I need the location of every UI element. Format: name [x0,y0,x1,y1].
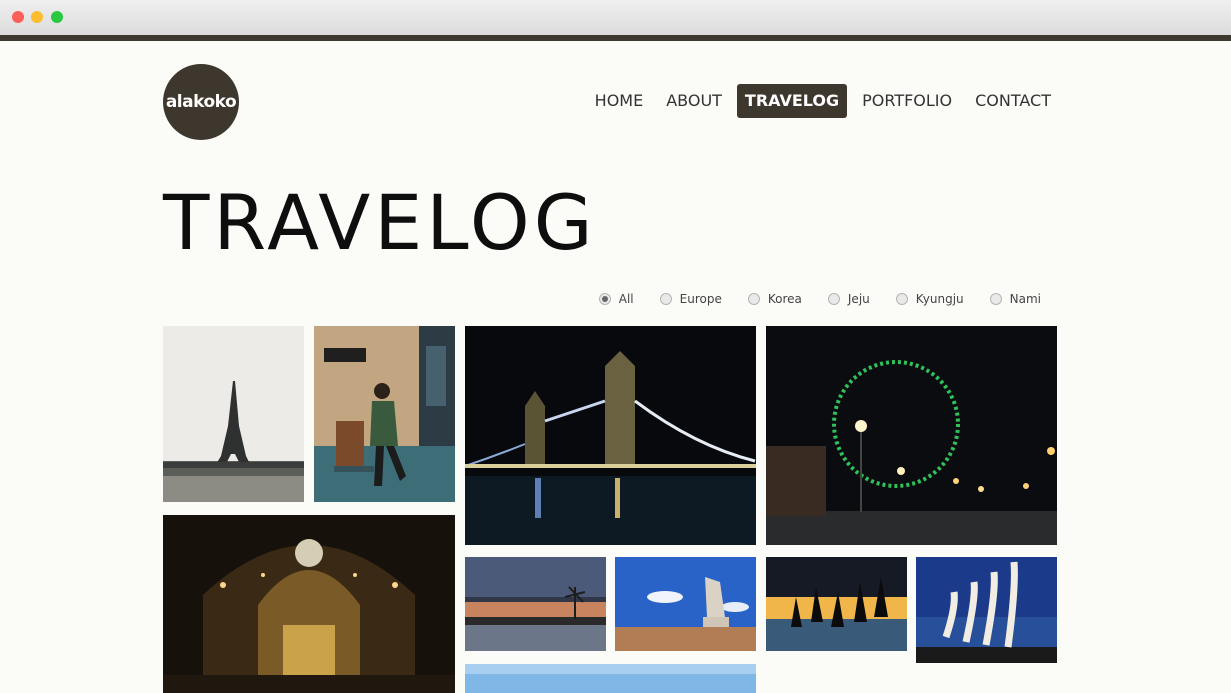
filter-jeju[interactable]: Jeju [827,292,870,306]
maximize-window-icon[interactable] [51,11,63,23]
filter-label: Nami [1009,292,1041,306]
pier-sculptures-photo[interactable] [916,557,1057,663]
logo-text: alakoko [165,92,237,112]
filter-label: Kyungju [915,292,964,306]
logo[interactable]: alakoko [163,64,239,140]
filter-nami[interactable]: Nami [989,292,1041,306]
angel-statue-photo[interactable] [615,557,756,651]
nav-travelog[interactable]: TRAVELOG [736,84,848,118]
jumping-silhouettes-photo[interactable] [766,557,907,651]
tower-bridge-night-photo[interactable] [465,326,756,545]
filter-korea[interactable]: Korea [747,292,802,306]
radio-icon[interactable] [659,293,672,305]
nav-about[interactable]: ABOUT [658,84,730,118]
header-divider [0,35,1231,41]
page-title: TRAVELOG [163,178,597,267]
blue-sky-photo[interactable] [465,664,756,693]
filter-all[interactable]: All [598,292,634,306]
radio-icon[interactable] [989,293,1002,305]
category-filter: All Europe Korea Jeju Kyungju Nami [573,292,1041,306]
eiffel-tower-photo[interactable] [163,326,304,502]
nav-contact[interactable]: CONTACT [967,84,1059,118]
filter-kyungju[interactable]: Kyungju [895,292,964,306]
main-nav: HOME ABOUT TRAVELOG PORTFOLIO CONTACT [580,84,1059,118]
close-window-icon[interactable] [12,11,24,23]
sunset-skyline-photo[interactable] [465,557,606,651]
radio-icon[interactable] [827,293,840,305]
filter-europe[interactable]: Europe [659,292,722,306]
nav-home[interactable]: HOME [587,84,652,118]
radio-icon[interactable] [895,293,908,305]
filter-label: Korea [767,292,802,306]
radio-icon[interactable] [747,293,760,305]
minimize-window-icon[interactable] [31,11,43,23]
filter-label: All [618,292,634,306]
filter-label: Jeju [847,292,870,306]
radio-icon[interactable] [598,293,611,305]
filter-label: Europe [679,292,722,306]
london-eye-night-photo[interactable] [766,326,1057,545]
nav-portfolio[interactable]: PORTFOLIO [854,84,960,118]
browser-titlebar [0,0,1231,36]
cathedral-interior-photo[interactable] [163,515,455,693]
platform-nine-three-quarters-photo[interactable] [314,326,455,502]
